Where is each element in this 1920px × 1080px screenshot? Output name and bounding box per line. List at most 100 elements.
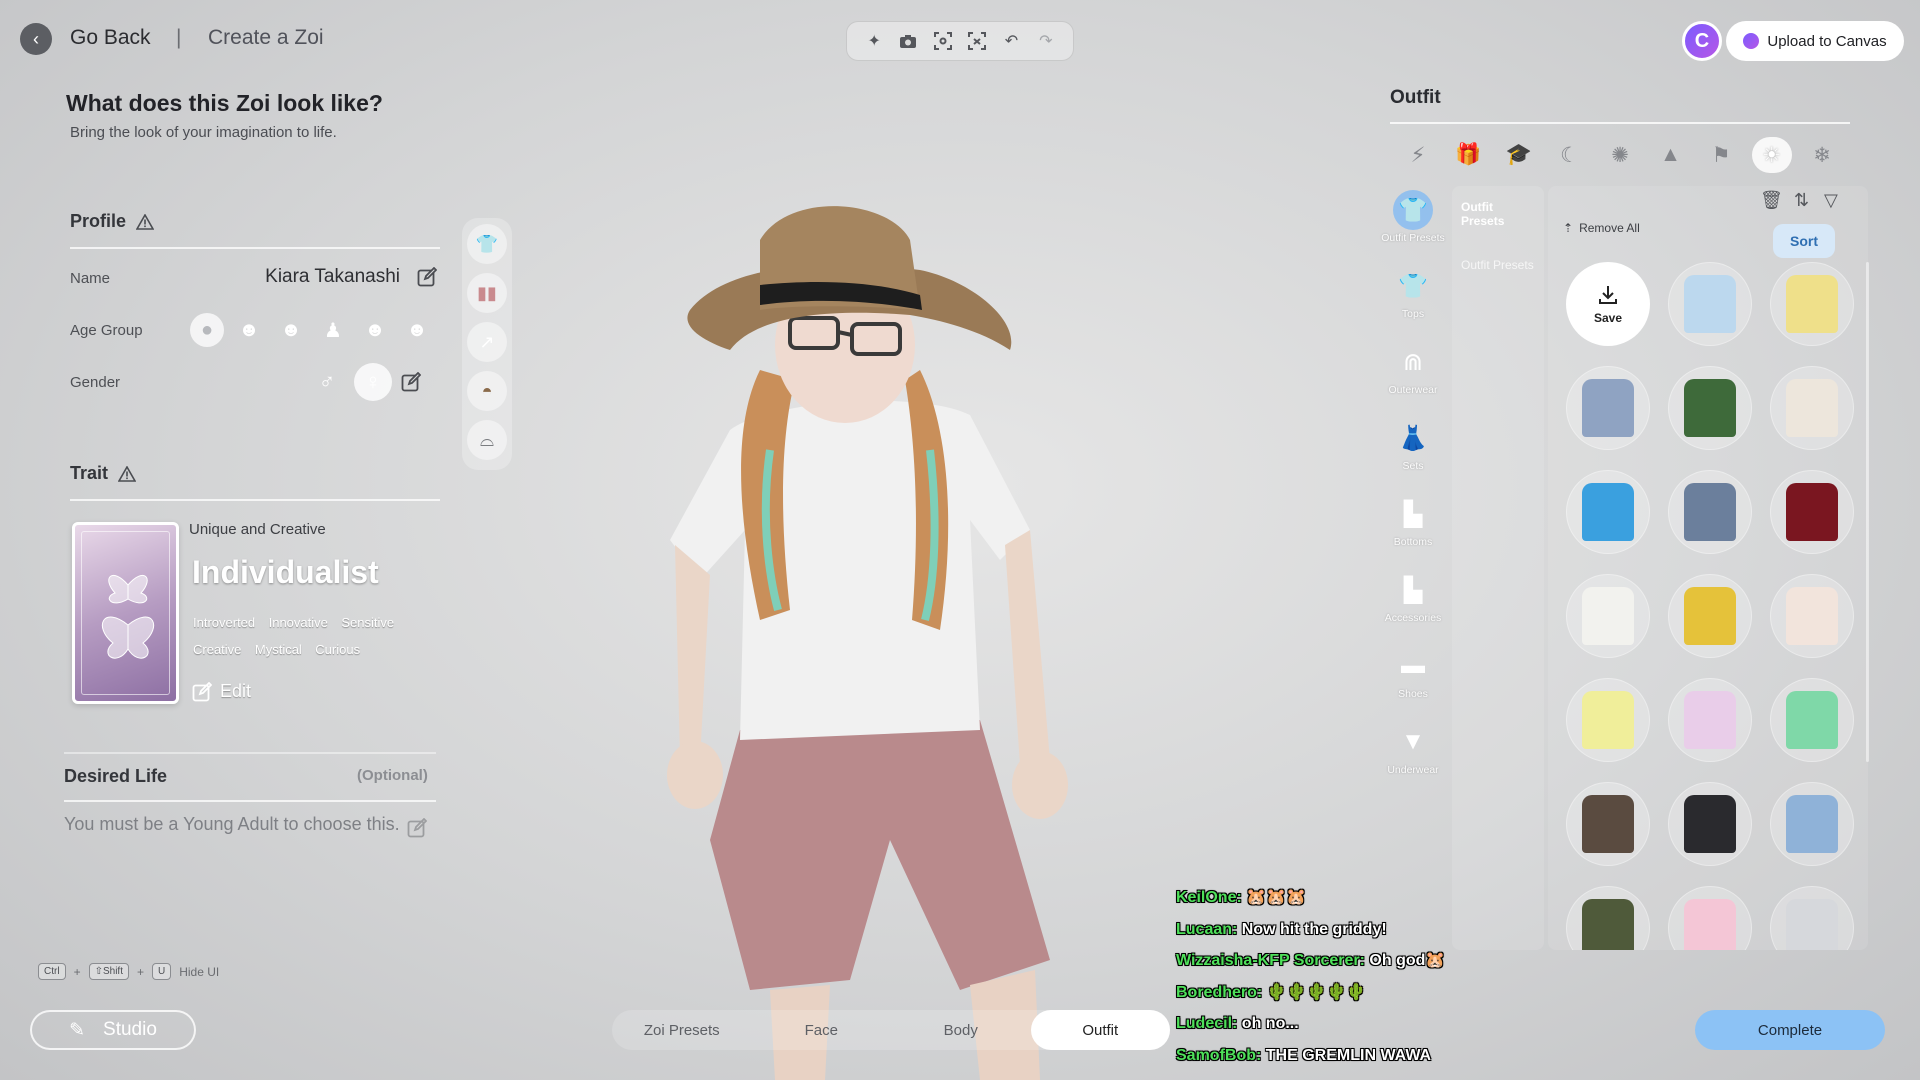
outfit-category-list: 👕 Outfit Presets 👕 Tops ⋒ Outerwear 👗 Se… xyxy=(1380,190,1446,798)
child-icon[interactable]: ● xyxy=(190,313,224,347)
zoi-character[interactable] xyxy=(620,200,1140,1080)
edit-name-icon[interactable] xyxy=(416,266,438,288)
redo-icon[interactable]: ↷ xyxy=(1033,28,1059,54)
category-tops[interactable]: 👕 Tops xyxy=(1380,266,1446,342)
gender-selector: ♂ ♀ xyxy=(308,363,422,401)
outfit-preview xyxy=(1786,691,1838,749)
trash-icon[interactable]: 🗑 xyxy=(1760,190,1783,211)
outfit-preset-tile[interactable] xyxy=(1770,366,1854,450)
male-icon[interactable]: ♂ xyxy=(308,363,346,401)
outfit-preset-tile[interactable] xyxy=(1770,262,1854,346)
desired-life-title: Desired Life xyxy=(64,766,168,786)
back-button[interactable]: ‹ xyxy=(20,23,52,55)
outfit-preset-tile[interactable] xyxy=(1770,470,1854,554)
outfit-preset-tile[interactable] xyxy=(1566,574,1650,658)
chat-text: oh no... xyxy=(1241,1015,1299,1032)
outfit-preset-tile[interactable] xyxy=(1668,574,1752,658)
outfit-preset-tile[interactable] xyxy=(1668,678,1752,762)
mountain-icon[interactable]: ▲ xyxy=(1651,137,1691,173)
remove-all-button[interactable]: ⇡ Remove All xyxy=(1563,221,1640,235)
adult-icon[interactable]: ♟ xyxy=(316,313,350,347)
back-label[interactable]: Go Back xyxy=(70,26,151,50)
category-sets[interactable]: 👗 Sets xyxy=(1380,418,1446,494)
tab-face[interactable]: Face xyxy=(752,1010,892,1050)
subcategory-outfit-presets[interactable]: Outfit Presets xyxy=(1452,186,1544,228)
age-group-label: Age Group xyxy=(70,322,143,339)
tshirt-icon: 👕 xyxy=(1398,272,1428,300)
outfit-preset-tile[interactable] xyxy=(1668,470,1752,554)
age-group-selector: ● ☻ ☻ ♟ ☻ ☻ xyxy=(190,313,434,347)
outfit-preset-tile[interactable] xyxy=(1668,886,1752,950)
focus-frame-icon[interactable] xyxy=(930,28,956,54)
save-label: Save xyxy=(1593,311,1623,325)
canvas-icon xyxy=(1743,33,1760,49)
plus-sign: + xyxy=(73,964,81,979)
tab-body[interactable]: Body xyxy=(891,1010,1031,1050)
tab-outfit[interactable]: Outfit xyxy=(1030,1010,1170,1050)
category-outfit-presets[interactable]: 👕 Outfit Presets xyxy=(1380,190,1446,266)
trait-tag: Curious xyxy=(315,642,361,657)
category-outerwear[interactable]: ⋒ Outerwear xyxy=(1380,342,1446,418)
outfit-preset-tile[interactable] xyxy=(1668,782,1752,866)
tshirt-thumb[interactable]: 👕 xyxy=(467,224,507,264)
outfit-preset-tile[interactable] xyxy=(1668,262,1752,346)
outfit-preset-tile[interactable] xyxy=(1566,678,1650,762)
upload-label: Upload to Canvas xyxy=(1767,32,1887,50)
chat-message: Ludecil: oh no... xyxy=(1176,1008,1596,1040)
outfit-preset-tile[interactable] xyxy=(1770,782,1854,866)
edit-trait-button[interactable]: Edit xyxy=(192,681,251,702)
hat-thumb[interactable]: ◓ xyxy=(467,371,507,411)
outfit-preset-tile[interactable] xyxy=(1770,678,1854,762)
upload-to-canvas-button[interactable]: Upload to Canvas xyxy=(1726,21,1904,61)
desired-divider xyxy=(64,800,436,802)
sort-icon[interactable]: ⇅ xyxy=(1794,190,1809,211)
camera-icon[interactable] xyxy=(895,28,921,54)
undo-icon[interactable]: ↶ xyxy=(998,28,1024,54)
outfit-preset-tile[interactable] xyxy=(1668,366,1752,450)
grid-scrollbar[interactable] xyxy=(1866,262,1869,762)
save-outfit-button[interactable]: Save xyxy=(1566,262,1650,346)
outfit-preset-tile[interactable] xyxy=(1566,470,1650,554)
filter-icon[interactable]: ▽ xyxy=(1824,190,1838,211)
studio-button[interactable]: ✎ Studio xyxy=(30,1010,196,1050)
female-icon[interactable]: ♀ xyxy=(354,363,392,401)
outfit-preset-tile[interactable] xyxy=(1770,574,1854,658)
middle-aged-icon[interactable]: ☻ xyxy=(358,313,392,347)
breadcrumb-separator: | xyxy=(176,26,182,49)
wand-icon[interactable]: ⚡ xyxy=(1398,137,1438,173)
trait-tag: Creative xyxy=(193,642,242,657)
chat-text: THE GREMLIN WAWA xyxy=(1265,1046,1432,1064)
party-icon[interactable]: ✺ xyxy=(1600,137,1640,173)
teen-icon[interactable]: ☻ xyxy=(232,313,266,347)
category-shoes[interactable]: ▬ Shoes xyxy=(1380,646,1446,722)
u-key: U xyxy=(151,963,172,980)
moon-icon[interactable]: ☾ xyxy=(1550,137,1590,173)
outfit-preset-tile[interactable] xyxy=(1566,366,1650,450)
gift-icon[interactable]: 🎁 xyxy=(1449,137,1489,173)
shorts-thumb[interactable]: ▮▮ xyxy=(467,273,507,313)
face-frame-icon[interactable] xyxy=(964,28,990,54)
sock-thumb[interactable]: ↗ xyxy=(467,322,507,362)
sun-icon[interactable]: ☀ xyxy=(1751,137,1792,173)
trait-card[interactable] xyxy=(72,522,179,704)
snowflake-icon[interactable]: ❄ xyxy=(1802,137,1842,173)
category-bottoms[interactable]: ▙ Bottoms xyxy=(1380,494,1446,570)
sparkle-icon[interactable]: ✦ xyxy=(861,28,887,54)
category-accessories[interactable]: ▙ Accessories xyxy=(1380,570,1446,646)
category-underwear[interactable]: ▼ Underwear xyxy=(1380,722,1446,798)
chat-user: KeilOne: xyxy=(1176,889,1242,906)
trait-name: Individualist xyxy=(192,554,379,590)
outfit-preset-tile[interactable] xyxy=(1566,886,1650,950)
complete-button[interactable]: Complete xyxy=(1695,1010,1885,1050)
subcategory-outfit-presets-2[interactable]: Outfit Presets xyxy=(1452,228,1544,272)
running-icon[interactable]: ⚑ xyxy=(1701,137,1741,173)
glasses-thumb[interactable]: ⌓ xyxy=(467,420,507,460)
edit-gender-icon[interactable] xyxy=(400,371,422,393)
tab-zoi-presets[interactable]: Zoi Presets xyxy=(612,1010,752,1050)
young-adult-icon[interactable]: ☻ xyxy=(274,313,308,347)
outfit-preset-tile[interactable] xyxy=(1770,886,1854,950)
ctrl-key: Ctrl xyxy=(38,963,66,980)
outfit-preset-tile[interactable] xyxy=(1566,782,1650,866)
graduation-cap-icon[interactable]: 🎓 xyxy=(1499,137,1539,173)
senior-icon[interactable]: ☻ xyxy=(400,313,434,347)
